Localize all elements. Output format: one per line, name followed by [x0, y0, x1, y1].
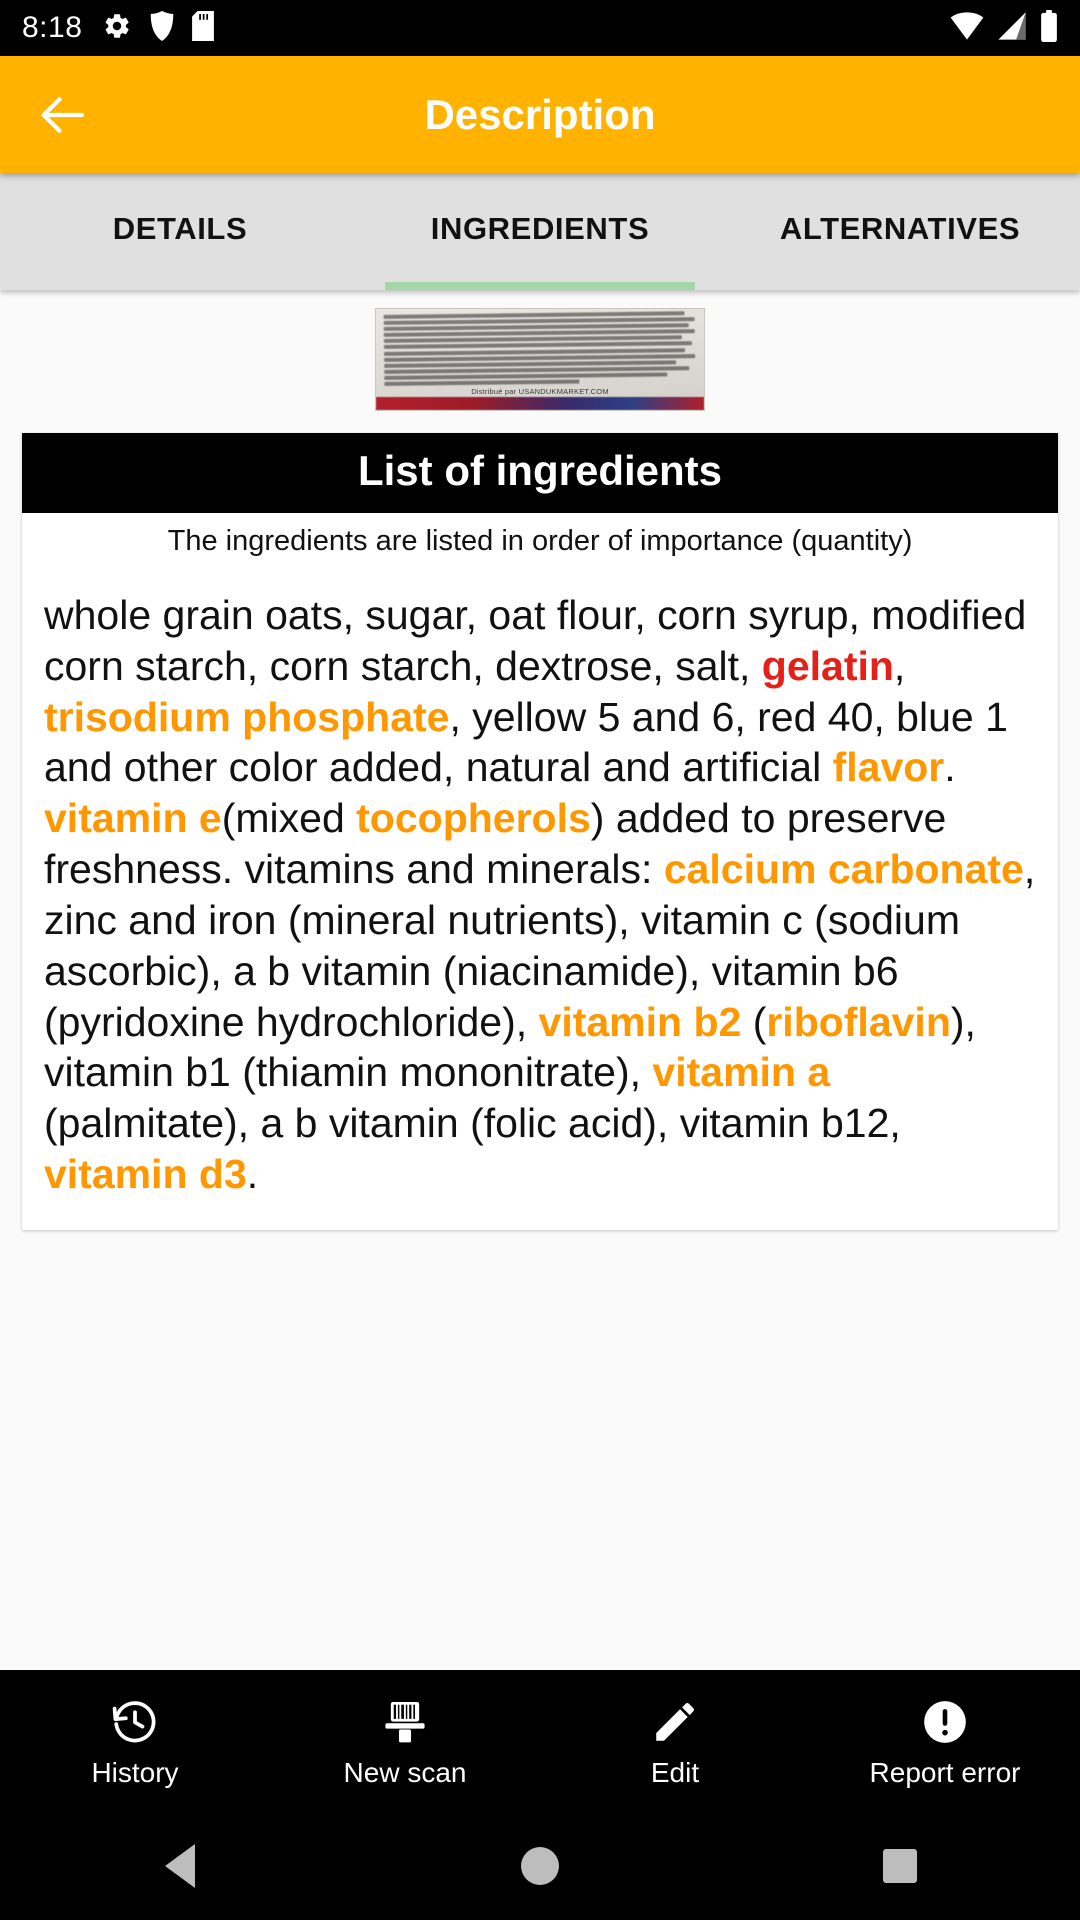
wifi-icon [950, 11, 984, 46]
ingredients-scroll-area[interactable]: Distribué par USANDUKMARKET.COM List of … [0, 290, 1080, 1670]
sd-card-icon [192, 10, 215, 46]
bottom-nav-history[interactable]: History [0, 1693, 270, 1789]
ingredient-highlight-orange: vitamin a [652, 1049, 831, 1096]
bottom-nav-report-error[interactable]: Report error [810, 1693, 1080, 1789]
bottom-nav-edit[interactable]: Edit [540, 1693, 810, 1789]
status-bar-clock: 8:18 [22, 11, 83, 44]
bottom-nav-new-scan-label: New scan [343, 1757, 467, 1788]
bottom-nav-edit-label: Edit [650, 1757, 700, 1788]
bottom-navigation: History New scan Edit Report error [0, 1670, 1080, 1812]
product-photo-container: Distribué par USANDUKMARKET.COM [0, 290, 1080, 429]
system-recents-button[interactable] [720, 1849, 1080, 1883]
back-arrow-icon [41, 96, 85, 133]
ingredient-text-plain: ( [741, 998, 767, 1045]
battery-icon [1040, 9, 1058, 47]
ingredient-highlight-orange: flavor [832, 744, 945, 791]
tab-active-indicator [385, 282, 695, 290]
system-home-button[interactable] [360, 1847, 720, 1885]
ingredients-card-title: List of ingredients [22, 433, 1058, 513]
photo-label-text-lines [383, 311, 699, 390]
ingredient-highlight-orange: trisodium phosphate [44, 693, 450, 740]
tab-details-label: DETAILS [112, 210, 248, 246]
tab-ingredients-label: INGREDIENTS [430, 210, 650, 246]
history-icon [110, 1693, 160, 1747]
photo-package-edge [376, 397, 704, 410]
ingredient-text-plain: . [246, 1151, 259, 1198]
ingredient-text-plain: , [893, 642, 906, 689]
back-triangle-icon [165, 1844, 195, 1888]
bottom-nav-report-error-label: Report error [869, 1757, 1021, 1788]
ingredient-highlight-orange: calcium carbonate [663, 846, 1024, 893]
bottom-nav-new-scan[interactable]: New scan [270, 1693, 540, 1789]
ingredient-text-plain: (palmitate), a b vitamin (folic acid), v… [44, 1100, 901, 1147]
shield-icon [150, 10, 174, 46]
status-bar-right-icons [950, 9, 1058, 47]
app-screen: 8:18 Description DETAILS INGREDIENTS ALT… [0, 0, 1080, 1920]
ingredient-highlight-orange: riboflavin [766, 998, 951, 1045]
ingredients-photo[interactable]: Distribué par USANDUKMARKET.COM [375, 308, 705, 411]
home-circle-icon [521, 1847, 559, 1885]
exclamation-circle-icon [920, 1693, 970, 1747]
barcode-scanner-icon [380, 1693, 430, 1747]
ingredients-card: List of ingredients The ingredients are … [22, 433, 1058, 1230]
photo-distributor-caption: Distribué par USANDUKMARKET.COM [471, 387, 609, 396]
app-bar: Description [0, 56, 1080, 173]
system-navigation-bar [0, 1812, 1080, 1920]
status-bar: 8:18 [0, 0, 1080, 56]
ingredient-highlight-orange: vitamin e [44, 795, 222, 842]
status-bar-left-icons [102, 10, 215, 46]
cellular-signal-icon [996, 11, 1028, 46]
tab-alternatives-label: ALTERNATIVES [779, 210, 1021, 246]
bottom-nav-history-label: History [91, 1757, 179, 1788]
gear-icon [102, 11, 132, 46]
pencil-icon [650, 1693, 700, 1747]
ingredients-text: whole grain oats, sugar, oat flour, corn… [22, 564, 1058, 1230]
tab-alternatives[interactable]: ALTERNATIVES [720, 173, 1080, 290]
ingredient-highlight-orange: vitamin d3 [44, 1151, 247, 1198]
tab-ingredients[interactable]: INGREDIENTS [360, 173, 720, 290]
page-title: Description [424, 90, 656, 138]
ingredients-card-subtitle: The ingredients are listed in order of i… [167, 525, 913, 557]
system-back-button[interactable] [0, 1844, 360, 1888]
recents-square-icon [883, 1849, 917, 1883]
ingredient-highlight-orange: tocopherols [356, 795, 591, 842]
ingredient-highlight-orange: vitamin b2 [538, 998, 742, 1045]
ingredient-text-plain: . [944, 744, 956, 791]
ingredient-highlight-red: gelatin [761, 642, 894, 689]
back-button[interactable] [16, 67, 112, 163]
ingredient-text-plain: (mixed [221, 795, 357, 842]
tab-details[interactable]: DETAILS [0, 173, 360, 290]
tab-bar: DETAILS INGREDIENTS ALTERNATIVES [0, 173, 1080, 290]
